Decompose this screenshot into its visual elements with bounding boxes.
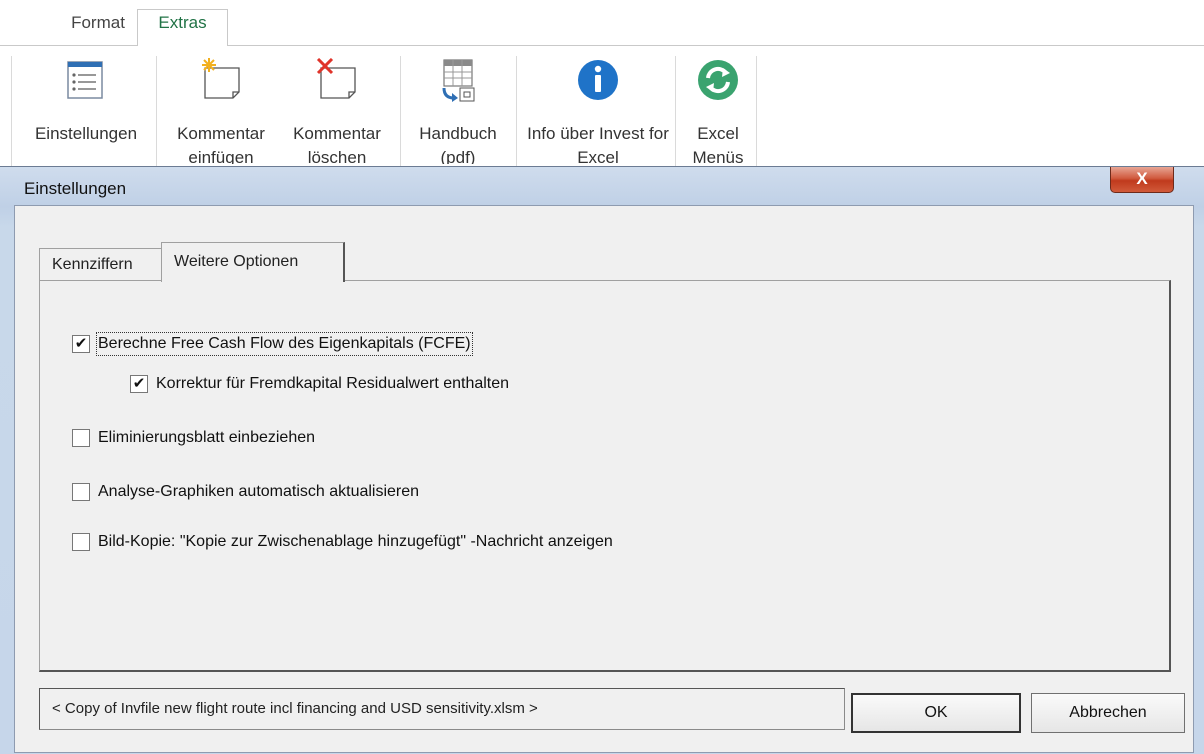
comment-delete-icon	[316, 58, 356, 99]
bild-kopie-label: Bild-Kopie: "Kopie zur Zwischenablage hi…	[98, 533, 613, 550]
fcfe-label: Berechne Free Cash Flow des Eigenkapital…	[96, 332, 473, 356]
einstellungen-dialog: Einstellungen X Kennziffern Weitere Opti…	[0, 166, 1204, 754]
excel-menues-label: Excel Menüs	[692, 124, 744, 164]
settings-list-icon	[67, 61, 103, 99]
ribbon-separator	[400, 56, 401, 166]
dialog-client-area: Kennziffern Weitere Optionen ✔ Berechne …	[14, 205, 1194, 753]
comment-add-icon	[202, 58, 240, 99]
tab-weitere-optionen[interactable]: Weitere Optionen	[161, 242, 345, 282]
korrektur-checkbox[interactable]: ✔	[130, 375, 148, 393]
fcfe-checkbox[interactable]: ✔	[72, 335, 90, 353]
eliminierungsblatt-checkbox[interactable]	[72, 429, 90, 447]
kommentar-einfuegen-label: Kommentar einfügen	[177, 124, 265, 164]
close-icon: X	[1136, 169, 1148, 188]
handbuch-button[interactable]: Handbuch (pdf)	[404, 46, 512, 164]
info-button[interactable]: Info über Invest for Excel	[518, 46, 678, 164]
ribbon-separator	[11, 56, 12, 166]
close-button[interactable]: X	[1110, 167, 1174, 193]
analyse-graphiken-checkbox[interactable]	[72, 483, 90, 501]
ribbon-extras-group: Einstellungen Kommentar einfügen Komment…	[0, 46, 1204, 166]
refresh-icon	[698, 60, 738, 100]
kommentar-loeschen-label: Kommentar löschen	[293, 124, 381, 164]
manual-icon	[442, 59, 475, 102]
kommentar-loeschen-button[interactable]: Kommentar löschen	[281, 46, 393, 164]
eliminierungsblatt-label: Eliminierungsblatt einbeziehen	[98, 429, 316, 446]
dialog-title: Einstellungen	[24, 179, 127, 198]
info-icon	[578, 60, 618, 100]
analyse-graphiken-label: Analyse-Graphiken automatisch aktualisie…	[98, 483, 420, 500]
bild-kopie-checkbox[interactable]	[72, 533, 90, 551]
kommentar-einfuegen-button[interactable]: Kommentar einfügen	[162, 46, 280, 164]
info-label: Info über Invest for Excel	[527, 124, 669, 164]
korrektur-label: Korrektur für Fremdkapital Residualwert …	[156, 375, 510, 392]
ribbon-tab-format[interactable]: Format	[60, 10, 136, 46]
ribbon-separator	[675, 56, 676, 166]
excel-menues-button[interactable]: Excel Menüs	[680, 46, 756, 164]
einstellungen-button[interactable]: Einstellungen	[22, 46, 150, 166]
cancel-button[interactable]: Abbrechen	[1031, 693, 1185, 733]
file-status-box: < Copy of Invfile new flight route incl …	[39, 688, 845, 730]
ribbon-separator	[516, 56, 517, 166]
weitere-optionen-panel: ✔ Berechne Free Cash Flow des Eigenkapit…	[39, 280, 1171, 672]
ribbon-tab-extras[interactable]: Extras	[137, 9, 228, 46]
handbuch-label: Handbuch (pdf)	[419, 124, 497, 164]
einstellungen-label: Einstellungen	[34, 124, 138, 143]
ribbon-separator	[756, 56, 757, 166]
tab-kennziffern[interactable]: Kennziffern	[39, 248, 163, 281]
ribbon-separator	[156, 56, 157, 166]
ok-button[interactable]: OK	[851, 693, 1021, 733]
ribbon-tab-bar: Format Extras	[0, 0, 1204, 46]
